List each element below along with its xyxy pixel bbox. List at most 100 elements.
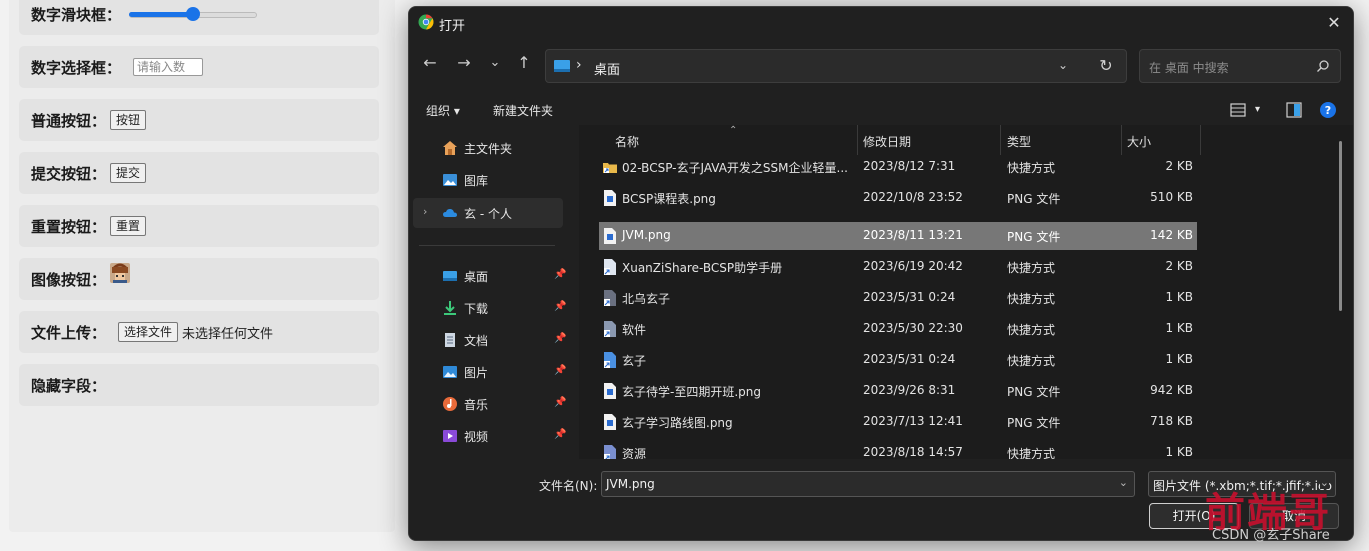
number-row: 数字选择框： 请输入数 — [19, 46, 379, 88]
file-row[interactable]: 北乌玄子 2023/5/31 0:24 快捷方式 1 KB — [599, 284, 1197, 312]
normal-button[interactable]: 按钮 — [110, 110, 147, 130]
forward-button[interactable]: → — [452, 51, 476, 75]
file-size: 2 KB — [1165, 159, 1193, 173]
file-type: PNG 文件 — [1007, 416, 1061, 430]
chevron-down-icon[interactable]: ⌄ — [1119, 476, 1128, 489]
file-type: 快捷方式 — [1007, 261, 1056, 275]
range-thumb[interactable] — [186, 7, 201, 21]
file-row[interactable]: 玄子学习路线图.png 2023/7/13 12:41 PNG 文件 718 K… — [599, 408, 1197, 436]
file-date: 2023/6/19 20:42 — [863, 259, 963, 273]
file-type: PNG 文件 — [1007, 192, 1061, 206]
pin-icon[interactable]: 📌 — [554, 365, 566, 376]
file-row[interactable]: XuanZiShare-BCSP助学手册 2023/6/19 20:42 快捷方… — [599, 253, 1197, 281]
nav-item-pictures[interactable]: 图片 📌 — [413, 357, 566, 387]
file-date: 2023/8/11 13:21 — [863, 228, 963, 242]
file-date: 2023/8/12 7:31 — [863, 159, 956, 173]
file-size: 1 KB — [1165, 290, 1193, 304]
file-size: 510 KB — [1150, 190, 1193, 204]
nav-item-documents[interactable]: 文档 📌 — [413, 325, 566, 355]
pin-icon[interactable]: 📌 — [554, 301, 566, 312]
submit-button[interactable]: 提交 — [110, 163, 147, 183]
column-separator[interactable] — [1200, 125, 1201, 155]
open-file-dialog: 打开 ✕ ← → ⌄ ↑ › 桌面 ⌄ ↻ 在 桌面 中搜索 组织 ▾ 新建文件… — [408, 6, 1354, 541]
file-name: 软件 — [622, 323, 647, 337]
file-list: ⌃ 名称 修改日期 类型 大小 02-BCSP-玄子JAVA开发之SSM企业轻量… — [579, 125, 1353, 461]
nav-item-videos[interactable]: 视频 📌 — [413, 421, 566, 451]
nav-divider — [419, 245, 555, 246]
search-icon — [1317, 60, 1329, 72]
document-icon — [445, 333, 455, 347]
chevron-right-icon[interactable]: › — [423, 205, 427, 218]
video-icon — [443, 430, 457, 442]
submit-label: 提交按钮： — [31, 164, 107, 183]
up-button[interactable]: ↑ — [512, 51, 536, 75]
view-dropdown-icon[interactable]: ▾ — [1255, 104, 1260, 115]
search-box[interactable]: 在 桌面 中搜索 — [1139, 49, 1341, 83]
nav-item-home[interactable]: 主文件夹 — [413, 133, 563, 163]
folder-shortcut-icon — [603, 163, 617, 173]
address-bar[interactable]: › 桌面 ⌄ — [545, 49, 1127, 83]
range-fill — [129, 12, 194, 17]
pin-icon[interactable]: 📌 — [554, 333, 566, 344]
nav-item-onedrive[interactable]: › 玄 - 个人 — [413, 198, 563, 228]
file-row-selected[interactable]: JVM.png 2023/8/11 13:21 PNG 文件 142 KB — [599, 222, 1197, 250]
column-date[interactable]: 修改日期 — [863, 133, 911, 150]
file-row[interactable]: BCSP课程表.png 2022/10/8 23:52 PNG 文件 510 K… — [599, 184, 1197, 212]
file-type: PNG 文件 — [1007, 230, 1061, 244]
pin-icon[interactable]: 📌 — [554, 269, 566, 280]
organize-menu[interactable]: 组织 ▾ — [426, 102, 460, 119]
file-size: 718 KB — [1150, 414, 1193, 428]
number-input[interactable]: 请输入数 — [133, 58, 204, 76]
nav-item-gallery[interactable]: 图库 — [413, 165, 563, 195]
refresh-icon[interactable]: ↻ — [1089, 49, 1123, 83]
help-icon[interactable]: ? — [1319, 101, 1337, 119]
column-name[interactable]: 名称 — [615, 133, 639, 150]
pin-icon[interactable]: 📌 — [554, 397, 566, 408]
file-row[interactable]: 玄子 2023/5/31 0:24 快捷方式 1 KB — [599, 346, 1197, 374]
avatar-image — [110, 263, 131, 283]
preview-pane-icon[interactable] — [1285, 101, 1303, 119]
view-options-icon[interactable] — [1229, 101, 1247, 119]
filename-input[interactable]: JVM.png ⌄ — [601, 471, 1135, 497]
file-list-scrollbar[interactable] — [1339, 141, 1342, 311]
file-row[interactable]: 玄子待学-至四期开班.png 2023/9/26 8:31 PNG 文件 942… — [599, 377, 1197, 405]
desktop-icon — [554, 60, 570, 72]
column-size[interactable]: 大小 — [1127, 133, 1151, 150]
nav-label: 文档 — [464, 334, 489, 348]
close-button[interactable]: ✕ — [1321, 11, 1347, 35]
nav-label: 玄 - 个人 — [464, 207, 512, 221]
choose-file-button[interactable]: 选择文件 — [118, 322, 179, 342]
file-date: 2023/5/31 0:24 — [863, 352, 956, 366]
command-toolbar: 组织 ▾ 新建文件夹 ▾ ? — [409, 95, 1353, 125]
range-slider[interactable] — [129, 3, 258, 25]
shortcut-icon — [604, 259, 616, 275]
file-row[interactable]: 02-BCSP-玄子JAVA开发之SSM企业轻量... 2023/8/12 7:… — [599, 153, 1197, 181]
nav-item-downloads[interactable]: 下载 📌 — [413, 293, 566, 323]
column-separator[interactable] — [1000, 125, 1001, 155]
music-icon — [443, 397, 457, 411]
recent-locations-button[interactable]: ⌄ — [483, 51, 507, 75]
back-button[interactable]: ← — [418, 51, 442, 75]
file-size: 142 KB — [1150, 228, 1193, 242]
column-type[interactable]: 类型 — [1007, 133, 1031, 150]
nav-label: 桌面 — [464, 270, 489, 284]
svg-text:?: ? — [1325, 104, 1331, 117]
hidden-label: 隐藏字段： — [31, 376, 107, 395]
new-folder-button[interactable]: 新建文件夹 — [493, 102, 553, 119]
submit-row: 提交按钮： 提交 — [19, 152, 379, 194]
pin-icon[interactable]: 📌 — [554, 429, 566, 440]
png-file-icon — [604, 190, 616, 206]
reset-button[interactable]: 重置 — [110, 216, 147, 236]
dialog-title: 打开 — [439, 19, 466, 34]
column-separator[interactable] — [1121, 125, 1122, 155]
file-type: 快捷方式 — [1007, 323, 1056, 337]
nav-item-desktop[interactable]: 桌面 📌 — [413, 261, 566, 291]
nav-item-music[interactable]: 音乐 📌 — [413, 389, 566, 419]
chevron-down-icon[interactable]: ⌄ — [1058, 58, 1068, 72]
file-row[interactable]: 软件 2023/5/30 22:30 快捷方式 1 KB — [599, 315, 1197, 343]
image-button[interactable] — [110, 263, 131, 283]
nav-label: 下载 — [464, 302, 489, 316]
breadcrumb-location[interactable]: 桌面 — [594, 59, 620, 78]
button-label: 普通按钮： — [31, 111, 107, 130]
column-separator[interactable] — [857, 125, 858, 155]
